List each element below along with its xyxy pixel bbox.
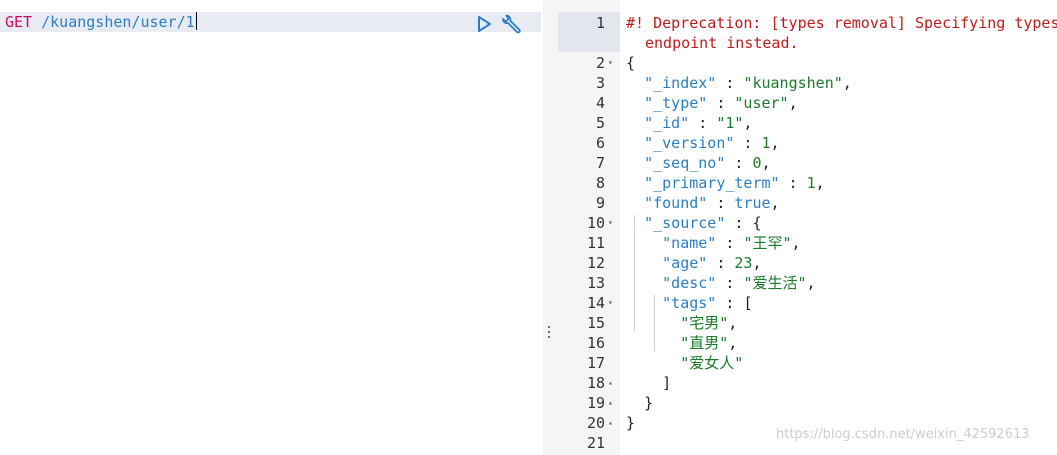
fold-collapse-icon[interactable]: ▾ xyxy=(608,213,613,233)
response-json-line: "name" : "王罕", xyxy=(662,234,801,252)
line-number: 11 xyxy=(586,234,605,252)
response-json-line: } xyxy=(626,414,636,432)
line-number: 10 xyxy=(586,214,605,232)
line-number: 12 xyxy=(586,254,605,272)
response-json-line: "直男", xyxy=(680,334,738,352)
indent-guide xyxy=(654,295,656,351)
line-number: 9 xyxy=(595,194,605,212)
response-json-line: "_version" : 1, xyxy=(644,134,780,152)
response-json-line: "found" : true, xyxy=(644,194,780,212)
line-number: 15 xyxy=(586,314,605,332)
line-number: 7 xyxy=(595,154,605,172)
indent-guide xyxy=(634,215,636,331)
deprecation-warning-wrap: endpoint instead. xyxy=(645,34,799,52)
line-number: 5 xyxy=(595,114,605,132)
line-number: 16 xyxy=(586,334,605,352)
request-method: GET xyxy=(5,13,33,31)
fold-expand-icon[interactable]: ▴ xyxy=(608,393,613,413)
line-number: 1 xyxy=(595,14,605,32)
line-number: 8 xyxy=(595,174,605,192)
response-json-line: "_id" : "1", xyxy=(644,114,753,132)
fold-expand-icon[interactable]: ▴ xyxy=(608,373,613,393)
line-number: 6 xyxy=(595,134,605,152)
fold-expand-icon[interactable]: ▴ xyxy=(608,413,613,433)
response-json-line: "_primary_term" : 1, xyxy=(644,174,825,192)
response-json-line: "tags" : [ xyxy=(662,294,753,312)
watermark: https://blog.csdn.net/weixin_42592613 xyxy=(776,427,1030,442)
response-json-line: } xyxy=(644,394,654,412)
line-number: 18 xyxy=(586,374,605,392)
line-number: 2 xyxy=(595,54,605,72)
response-json-line: ] xyxy=(662,374,672,392)
response-json-line: "age" : 23, xyxy=(662,254,762,272)
response-json-line: "desc" : "爱生活", xyxy=(662,274,816,292)
request-editor[interactable]: GET /kuangshen/user/1 xyxy=(0,0,543,455)
response-json-line: "_source" : { xyxy=(644,214,762,232)
response-json-line: "爱女人" xyxy=(680,354,744,372)
line-number: 19 xyxy=(586,394,605,412)
request-line[interactable]: GET /kuangshen/user/1 xyxy=(5,12,197,32)
wrench-icon[interactable] xyxy=(500,13,522,35)
fold-collapse-icon[interactable]: ▾ xyxy=(608,53,613,73)
line-number: 3 xyxy=(595,74,605,92)
request-path: /kuangshen/user/1 xyxy=(41,13,195,31)
response-json-line: "宅男", xyxy=(680,314,738,332)
response-json-line: "_index" : "kuangshen", xyxy=(644,74,852,92)
fold-collapse-icon[interactable]: ▾ xyxy=(608,293,613,313)
play-icon[interactable] xyxy=(477,16,491,32)
pane-splitter[interactable] xyxy=(543,0,558,455)
line-number: 13 xyxy=(586,274,605,292)
deprecation-warning: #! Deprecation: [types removal] Specifyi… xyxy=(626,14,1057,32)
response-json-line: "_type" : "user", xyxy=(644,94,798,112)
response-json-line: { xyxy=(626,54,636,72)
line-number: 17 xyxy=(586,354,605,372)
line-number: 21 xyxy=(586,434,605,452)
response-json-line: "_seq_no" : 0, xyxy=(644,154,771,172)
splitter-grip-icon[interactable] xyxy=(548,326,552,341)
line-number: 4 xyxy=(595,94,605,112)
line-number: 20 xyxy=(586,414,605,432)
text-cursor xyxy=(195,12,197,30)
line-number: 14 xyxy=(586,294,605,312)
